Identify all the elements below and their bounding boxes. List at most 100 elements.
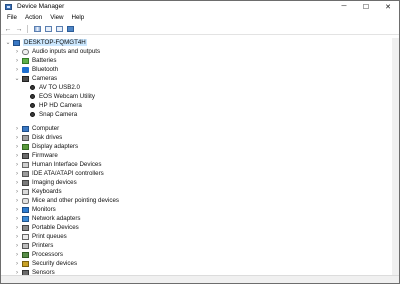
tree-item-label: Firmware (32, 152, 58, 159)
scan-hardware-button[interactable] (65, 25, 75, 34)
tree-item-label: Portable Devices (32, 224, 79, 231)
security-device-icon (22, 260, 29, 267)
device-manager-app-icon (5, 3, 12, 10)
computer-icon (13, 39, 20, 46)
tree-item-audio[interactable]: › Audio inputs and outputs (14, 47, 100, 56)
tree-item-batteries[interactable]: › Batteries (14, 56, 56, 65)
keyboard-icon (22, 188, 29, 195)
menu-file[interactable]: File (3, 14, 21, 21)
chevron-right-icon[interactable]: › (14, 232, 20, 241)
show-hide-console-tree-button[interactable] (32, 25, 42, 34)
chevron-right-icon[interactable]: › (14, 178, 20, 187)
chevron-right-icon[interactable]: › (14, 65, 20, 74)
tree-item-label: Imaging devices (32, 179, 77, 186)
tree-child-camera[interactable]: EOS Webcam Utility (27, 92, 95, 101)
tree-item-label: Processors (32, 251, 63, 258)
tree-item-network-adapters[interactable]: › Network adapters (14, 214, 81, 223)
tree-item-ide-controllers[interactable]: › IDE ATA/ATAPI controllers (14, 169, 104, 178)
toolbar: ← → (1, 24, 399, 35)
tree-root[interactable]: ⌄ DESKTOP-FQMGT4H (5, 38, 87, 47)
webcam-icon (30, 85, 35, 90)
tree-child-camera[interactable]: HP HD Camera (27, 101, 82, 110)
chevron-right-icon[interactable]: › (14, 241, 20, 250)
menu-view[interactable]: View (46, 14, 67, 21)
tree-item-label: IDE ATA/ATAPI controllers (32, 170, 104, 177)
printer-icon (22, 242, 29, 249)
window-controls: ─ ☐ ✕ (333, 1, 399, 12)
hid-icon (22, 161, 29, 168)
tree-item-disk-drives[interactable]: › Disk drives (14, 133, 62, 142)
tree-item-hid[interactable]: › Human Interface Devices (14, 160, 101, 169)
chevron-right-icon[interactable]: › (14, 47, 20, 56)
horizontal-scrollbar[interactable] (1, 275, 399, 283)
properties-icon (44, 26, 52, 32)
tree-child-camera[interactable]: AV TO USB2.0 (27, 83, 80, 92)
processor-icon (22, 251, 29, 258)
chevron-right-icon[interactable]: › (14, 187, 20, 196)
device-manager-window: Device Manager ─ ☐ ✕ File Action View He… (0, 0, 400, 284)
print-queue-icon (22, 233, 29, 240)
tree-root-label: DESKTOP-FQMGT4H (23, 39, 87, 46)
help-icon (55, 26, 63, 32)
minimize-button[interactable]: ─ (333, 1, 355, 12)
chevron-right-icon[interactable]: › (14, 124, 20, 133)
chevron-right-icon[interactable]: › (14, 250, 20, 259)
chevron-right-icon[interactable]: › (14, 56, 20, 65)
properties-button[interactable] (43, 25, 53, 34)
maximize-button[interactable]: ☐ (355, 1, 377, 12)
tree-child-camera[interactable]: Snap Camera (27, 110, 77, 119)
chevron-right-icon[interactable]: › (14, 223, 20, 232)
forward-button[interactable]: → (14, 25, 24, 34)
back-button[interactable]: ← (3, 25, 13, 34)
firmware-icon (22, 152, 29, 159)
chevron-right-icon[interactable]: › (14, 160, 20, 169)
tree-item-label: Snap Camera (39, 111, 78, 118)
chevron-right-icon[interactable]: › (14, 259, 20, 268)
chevron-right-icon[interactable]: › (14, 205, 20, 214)
tree-item-processors[interactable]: › Processors (14, 250, 63, 259)
title-bar[interactable]: Device Manager ─ ☐ ✕ (1, 1, 399, 12)
tree-item-label: Security devices (32, 260, 78, 267)
help-button[interactable] (54, 25, 64, 34)
console-tree-icon (33, 26, 41, 32)
chevron-right-icon[interactable]: › (14, 214, 20, 223)
monitor-icon (22, 206, 29, 213)
disk-drive-icon (22, 134, 29, 141)
webcam-icon (30, 112, 35, 117)
chevron-right-icon[interactable]: › (14, 196, 20, 205)
close-button[interactable]: ✕ (377, 1, 399, 12)
tree-item-mice[interactable]: › Mice and other pointing devices (14, 196, 119, 205)
tree-item-label: Mice and other pointing devices (32, 197, 120, 204)
tree-item-label: Print queues (32, 233, 67, 240)
chevron-right-icon[interactable]: › (14, 169, 20, 178)
tree-item-cameras[interactable]: ⌄ Cameras (14, 74, 57, 83)
tree-item-label: Batteries (32, 57, 57, 64)
tree-item-printers[interactable]: › Printers (14, 241, 53, 250)
vertical-scrollbar[interactable] (392, 38, 399, 275)
tree-item-print-queues[interactable]: › Print queues (14, 232, 67, 241)
tree-item-computer[interactable]: › Computer (14, 124, 59, 133)
tree-item-display-adapters[interactable]: › Display adapters (14, 142, 78, 151)
tree-item-bluetooth[interactable]: › Bluetooth (14, 65, 58, 74)
tree-item-portable-devices[interactable]: › Portable Devices (14, 223, 79, 232)
tree-item-label: Network adapters (32, 215, 81, 222)
ide-controller-icon (22, 170, 29, 177)
tree-item-label: Disk drives (32, 134, 63, 141)
chevron-right-icon[interactable]: › (14, 151, 20, 160)
chevron-down-icon[interactable]: ⌄ (5, 38, 11, 47)
bluetooth-icon (22, 66, 29, 73)
tree-item-monitors[interactable]: › Monitors (14, 205, 56, 214)
audio-icon (22, 48, 29, 55)
tree-item-firmware[interactable]: › Firmware (14, 151, 58, 160)
chevron-right-icon[interactable]: › (14, 133, 20, 142)
tree-item-label: Human Interface Devices (32, 161, 102, 168)
tree-item-keyboards[interactable]: › Keyboards (14, 187, 62, 196)
chevron-right-icon[interactable]: › (14, 142, 20, 151)
imaging-device-icon (22, 179, 29, 186)
tree-item-security-devices[interactable]: › Security devices (14, 259, 77, 268)
network-adapter-icon (22, 215, 29, 222)
menu-help[interactable]: Help (68, 14, 89, 21)
menu-action[interactable]: Action (21, 14, 46, 21)
chevron-down-icon[interactable]: ⌄ (14, 74, 20, 83)
tree-item-imaging-devices[interactable]: › Imaging devices (14, 178, 77, 187)
